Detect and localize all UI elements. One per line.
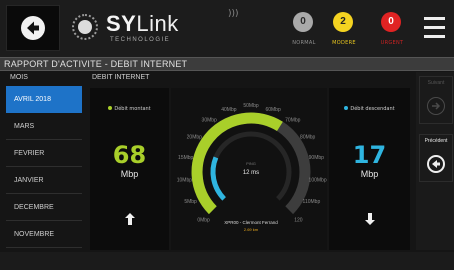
previous-button[interactable]: Précédent	[419, 134, 453, 182]
upload-unit: Mbp	[120, 169, 139, 179]
arrow-left-icon	[427, 155, 445, 173]
brand-subtitle: TECHNOLOGIE	[110, 37, 171, 43]
gauge-tick-label: 70Mbp	[285, 118, 301, 124]
status-urgent[interactable]: 0 URGENT	[372, 6, 412, 52]
upload-caption: Débit montant	[90, 106, 169, 112]
server-name: XPR00 - Clermont Ferrand	[224, 220, 278, 225]
gauge-tick-label: 60Mbp	[265, 107, 281, 113]
page-title: RAPPORT D'ACTIVITE - DEBIT INTERNET	[4, 59, 188, 69]
content-header: DEBIT INTERNET	[92, 74, 150, 81]
gauge-tick-label: 20Mbp	[187, 134, 203, 140]
header-bar: SYLink ))) TECHNOLOGIE 0 NORMAL 2 MODERE…	[0, 0, 454, 57]
footer-bar	[0, 252, 454, 270]
upload-panel: Débit montant 68 Mbp	[90, 88, 169, 250]
download-caption: Débit descendant	[329, 106, 410, 112]
status-urgent-label: URGENT	[380, 40, 404, 46]
arrow-right-icon	[427, 97, 445, 115]
back-arrow-icon	[21, 16, 45, 40]
next-label: Suivant	[427, 80, 445, 86]
month-list: AVRIL 2018 MARS FEVRIER JANVIER DECEMBRE…	[6, 86, 82, 248]
gauge-tick-label: 90Mbp	[309, 155, 325, 161]
download-arrow-icon	[329, 210, 410, 229]
server-distance: 2.69 km	[244, 227, 259, 232]
month-item-novembre[interactable]: NOVEMBRE	[6, 221, 82, 248]
gauge-tick-label: 50Mbp	[243, 103, 259, 109]
download-unit: Mbp	[360, 169, 379, 179]
month-item-decembre[interactable]: DECEMBRE	[6, 194, 82, 221]
gauge-tick-label: 120	[294, 217, 303, 223]
status-modere[interactable]: 2 MODERE	[324, 6, 364, 52]
month-item-avril-2018[interactable]: AVRIL 2018	[6, 86, 82, 113]
upload-value: 68	[112, 141, 147, 169]
gauge-tick-label: 5Mbp	[184, 199, 197, 205]
gauge-tick-label: 0Mbp	[197, 217, 210, 223]
download-gauge-arc	[210, 156, 226, 201]
upload-arrow-icon	[90, 210, 169, 229]
speed-gauge: 0Mbp 5Mbp 10Mbp 15Mbp 20Mbp 30Mbp40Mbp 50Mbp 60…	[177, 103, 327, 232]
back-button[interactable]	[6, 5, 60, 51]
download-value: 17	[352, 141, 387, 169]
wifi-icon: )))	[228, 9, 239, 19]
gauge-tick-label: 40Mbp	[221, 107, 237, 113]
status-normal[interactable]: 0 NORMAL	[284, 6, 324, 52]
gauge-tick-label: 15Mbp	[178, 155, 194, 161]
brand-logo: SYLink ))) TECHNOLOGIE	[60, 0, 272, 57]
gauge-tick-label: 110Mbp	[303, 199, 321, 205]
brand-name: SYLink	[106, 11, 179, 36]
month-item-fevrier[interactable]: FEVRIER	[6, 140, 82, 167]
month-item-janvier[interactable]: JANVIER	[6, 167, 82, 194]
ping-label: PING	[246, 161, 256, 166]
pagination-column: Suivant Précédent	[416, 72, 454, 250]
previous-label: Précédent	[424, 138, 448, 144]
lock-icon	[72, 14, 98, 40]
download-panel: Débit descendant 17 Mbp	[329, 88, 410, 250]
status-modere-label: MODERE	[332, 40, 356, 46]
page-title-bar: RAPPORT D'ACTIVITE - DEBIT INTERNET	[0, 57, 454, 71]
menu-hamburger-icon[interactable]	[416, 8, 452, 48]
gauge-tick-label: 10Mbp	[177, 178, 193, 184]
gauge-tick-label: 100Mbp	[309, 178, 327, 184]
sidebar-header: MOIS	[10, 74, 28, 81]
status-urgent-count: 0	[381, 12, 401, 32]
gauge-tick-label: 80Mbp	[300, 134, 316, 140]
ping-value: 12 ms	[243, 170, 259, 176]
gauge-tick-label: 30Mbp	[202, 118, 218, 124]
month-item-mars[interactable]: MARS	[6, 113, 82, 140]
status-normal-count: 0	[293, 12, 313, 32]
upload-gauge-arc	[191, 112, 283, 215]
status-modere-count: 2	[333, 12, 353, 32]
next-button[interactable]: Suivant	[419, 76, 453, 124]
speed-gauge-panel: 0Mbp 5Mbp 10Mbp 15Mbp 20Mbp 30Mbp 40Mbp 50Mbp 60…	[171, 88, 327, 250]
